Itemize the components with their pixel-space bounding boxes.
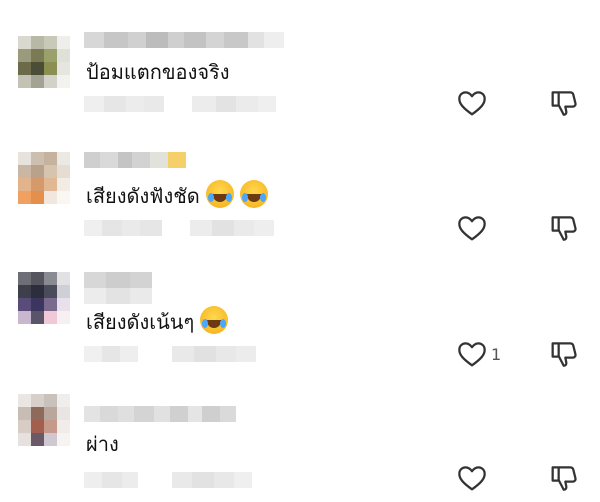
comment-text: เสียงดังเน้นๆ <box>86 306 229 336</box>
thumbs-down-outline-icon <box>551 466 577 491</box>
username-blurred[interactable] <box>84 272 152 288</box>
dislike-button[interactable] <box>548 338 580 370</box>
comment-meta-blurred <box>84 220 274 236</box>
comment-text: ป้อมแตกของจริง <box>86 60 230 84</box>
heart-outline-icon <box>458 91 486 116</box>
laughing-emoji <box>239 180 268 208</box>
dislike-button[interactable] <box>548 87 580 119</box>
comment-meta-blurred <box>84 472 252 488</box>
like-count: 1 <box>491 345 502 364</box>
avatar[interactable] <box>18 36 70 88</box>
dislike-button[interactable] <box>548 212 580 244</box>
like-button[interactable] <box>456 462 488 494</box>
avatar[interactable] <box>18 152 70 204</box>
comment-text: เสียงดังฟังชัด <box>86 180 268 210</box>
heart-outline-icon <box>458 342 486 367</box>
username-blurred-2 <box>84 288 152 304</box>
heart-outline-icon <box>458 216 486 241</box>
comment-meta-blurred <box>84 96 276 112</box>
avatar[interactable] <box>18 394 70 446</box>
like-button[interactable] <box>456 338 488 370</box>
thumbs-down-outline-icon <box>551 216 577 241</box>
comment-text: ผ่าง <box>86 432 119 456</box>
comment-meta-blurred <box>84 346 256 362</box>
dislike-button[interactable] <box>548 462 580 494</box>
comment-text-content: เสียงดังเน้นๆ <box>86 310 195 334</box>
username-blurred[interactable] <box>84 406 236 422</box>
thumbs-down-outline-icon <box>551 91 577 116</box>
username-blurred[interactable] <box>84 32 284 48</box>
like-button[interactable] <box>456 87 488 119</box>
avatar[interactable] <box>18 272 70 324</box>
comment-text-content: เสียงดังฟังชัด <box>86 184 200 208</box>
heart-outline-icon <box>458 466 486 491</box>
like-button[interactable] <box>456 212 488 244</box>
laughing-emoji <box>200 306 229 334</box>
laughing-emoji <box>205 180 234 208</box>
username-blurred[interactable] <box>84 152 186 168</box>
thumbs-down-outline-icon <box>551 342 577 367</box>
